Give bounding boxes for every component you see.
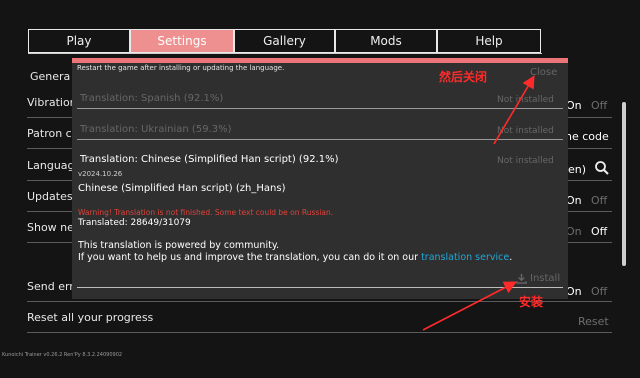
annotation-arrows bbox=[422, 75, 535, 331]
arrow-to-close bbox=[493, 75, 535, 145]
arrow-to-install bbox=[422, 281, 517, 331]
